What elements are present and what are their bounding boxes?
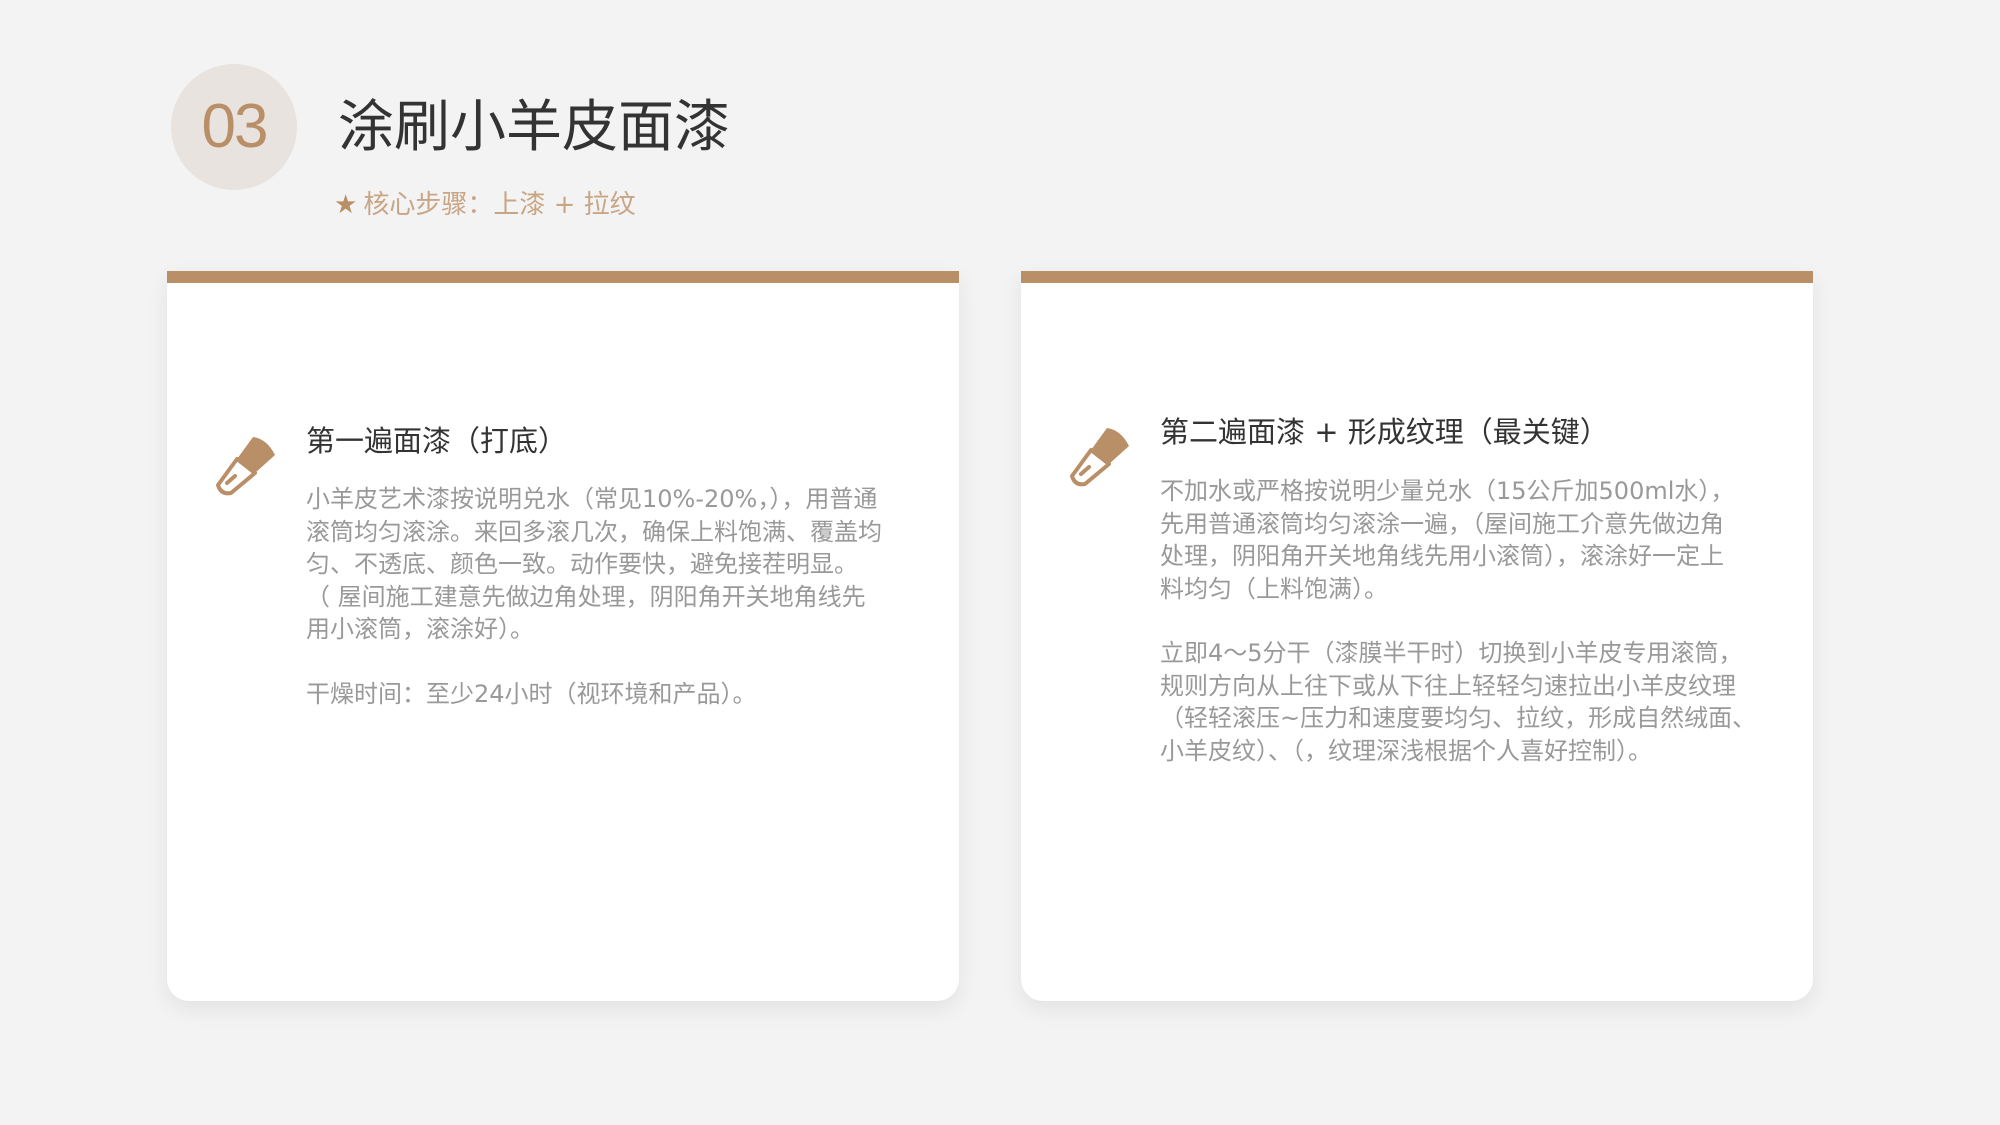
star-icon: ★ — [334, 190, 358, 220]
slide: 03 涂刷小羊皮面漆 ★ 核心步骤：上漆 + 拉纹 第一遍面漆（打底） 小羊皮艺术… — [0, 0, 2000, 1125]
card-paragraph: 干燥时间：至少24小时（视环境和产品）。 — [306, 679, 757, 708]
card-paragraph: 小羊皮艺术漆按说明兑水（常见10%-20%，），用普通 滚筒均匀滚涂。来回多滚几… — [306, 485, 882, 643]
card-paragraph: 立即4～5分干（漆膜半干时）切换到小羊皮专用滚筒， 规则方向从上往下或从下往上轻… — [1160, 639, 1757, 765]
paint-brush-icon — [216, 437, 275, 496]
step-card-first-coat: 第一遍面漆（打底） 小羊皮艺术漆按说明兑水（常见10%-20%，），用普通 滚筒… — [167, 271, 959, 1001]
step-number: 03 — [201, 92, 269, 161]
card-paragraph: 不加水或严格按说明少量兑水（15公斤加500ml水）， 先用普通滚筒均匀滚涂一遍… — [1160, 477, 1735, 603]
paint-brush-icon — [1070, 428, 1129, 487]
step-card-second-coat: 第二遍面漆 + 形成纹理（最关键） 不加水或严格按说明少量兑水（15公斤加500… — [1021, 271, 1813, 1001]
step-number-badge: 03 — [171, 64, 297, 190]
card-body: 不加水或严格按说明少量兑水（15公斤加500ml水）， 先用普通滚筒均匀滚涂一遍… — [1160, 475, 1760, 799]
card-heading: 第二遍面漆 + 形成纹理（最关键） — [1160, 415, 1609, 449]
subtitle-text: 核心步骤：上漆 + 拉纹 — [363, 190, 636, 220]
subtitle: ★ 核心步骤：上漆 + 拉纹 — [334, 190, 636, 221]
card-body: 小羊皮艺术漆按说明兑水（常见10%-20%，），用普通 滚筒均匀滚涂。来回多滚几… — [306, 483, 916, 742]
page-title: 涂刷小羊皮面漆 — [338, 95, 730, 160]
card-heading: 第一遍面漆（打底） — [306, 424, 568, 458]
